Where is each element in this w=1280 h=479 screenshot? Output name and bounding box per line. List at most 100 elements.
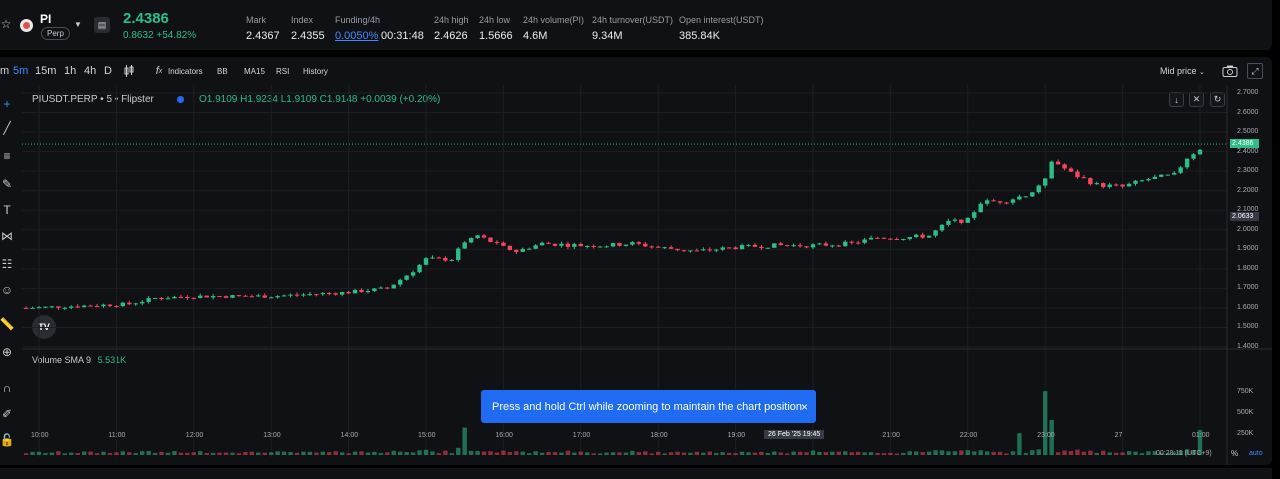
timeframe-1h[interactable]: 1h bbox=[64, 65, 76, 77]
price-tick: 2.0000 bbox=[1237, 225, 1259, 233]
fullscreen-icon[interactable]: ⤢ bbox=[1247, 63, 1263, 79]
timeframe-5m[interactable]: 5m bbox=[13, 65, 28, 77]
volume-bar bbox=[1146, 451, 1151, 455]
candle-body bbox=[1088, 178, 1093, 185]
candle-body bbox=[1126, 183, 1132, 187]
timeframe-1m[interactable]: m bbox=[0, 65, 9, 77]
candle-body bbox=[643, 243, 648, 247]
percent-toggle[interactable]: % bbox=[1231, 449, 1238, 458]
high-value: 2.4626 bbox=[434, 30, 468, 42]
candle-body bbox=[726, 247, 732, 249]
volume-bar bbox=[314, 452, 319, 455]
candle-body bbox=[146, 298, 151, 302]
price-tick: 2.2000 bbox=[1237, 186, 1259, 194]
emoji-icon[interactable]: ☺ bbox=[0, 283, 14, 297]
favorite-star-icon[interactable]: ☆ bbox=[0, 15, 12, 33]
candle-body bbox=[978, 203, 983, 213]
volume-bar bbox=[352, 451, 358, 455]
fx-indicators-icon[interactable]: fx bbox=[152, 63, 166, 79]
price-mode-select[interactable]: Mid price ⌄ bbox=[1160, 66, 1205, 76]
volume-bar bbox=[423, 449, 429, 455]
volume-bar bbox=[256, 452, 261, 455]
brush-icon[interactable]: ✎ bbox=[0, 177, 14, 191]
camera-icon[interactable] bbox=[1221, 63, 1239, 79]
candle-body bbox=[481, 235, 487, 238]
crosshair-icon[interactable]: + bbox=[0, 97, 14, 111]
candle-body bbox=[849, 241, 854, 243]
volume-bar bbox=[488, 451, 493, 455]
candle-body bbox=[855, 242, 861, 244]
volume-bar bbox=[520, 451, 525, 455]
candle-body bbox=[81, 305, 87, 308]
forecast-icon[interactable]: ☷ bbox=[0, 257, 14, 271]
volume-bar bbox=[933, 450, 938, 455]
indicators-button[interactable]: Indicators bbox=[168, 67, 203, 76]
volume-bar bbox=[565, 450, 571, 455]
text-icon[interactable]: T bbox=[0, 203, 14, 217]
volume-bar bbox=[714, 453, 719, 455]
candle-body bbox=[172, 296, 177, 299]
ticker-header: ☆ PI Perp ▼ ▤ 2.4386 0.8632 +54.82% Mark… bbox=[0, 0, 1272, 50]
candle-type-icon[interactable] bbox=[122, 63, 136, 79]
volume-bar bbox=[610, 452, 616, 455]
volume-bar bbox=[746, 452, 751, 455]
volume-bar bbox=[378, 453, 384, 455]
candle-body bbox=[1146, 179, 1151, 181]
candle-body bbox=[243, 295, 248, 297]
volume-label: 24h volume(PI) bbox=[523, 15, 585, 25]
volume-bar bbox=[868, 452, 874, 455]
volume-bar bbox=[56, 451, 61, 455]
funding-rate-link[interactable]: 0.0050% bbox=[335, 30, 378, 42]
volume-bar bbox=[1107, 452, 1112, 455]
volume-bar bbox=[1055, 452, 1061, 455]
volume-bar bbox=[881, 453, 887, 455]
history-button[interactable]: History bbox=[303, 67, 328, 76]
chevron-down-icon[interactable]: ▼ bbox=[73, 18, 83, 30]
turnover-label: 24h turnover(USDT) bbox=[592, 15, 674, 25]
symbol-name[interactable]: PI bbox=[40, 12, 51, 26]
clock-readout: 00:28:11 (UTC+9) bbox=[1156, 450, 1212, 457]
candle-body bbox=[1094, 183, 1099, 185]
study-ma15[interactable]: MA15 bbox=[244, 67, 265, 76]
trend-line-icon[interactable]: ╱ bbox=[0, 121, 14, 135]
zoom-in-icon[interactable]: ⊕ bbox=[0, 345, 14, 359]
candle-body bbox=[1023, 196, 1029, 198]
time-tick: 17:00 bbox=[572, 432, 591, 439]
timeframe-d[interactable]: D bbox=[104, 65, 112, 77]
auto-scale-toggle[interactable]: auto bbox=[1249, 450, 1263, 457]
close-icon[interactable]: × bbox=[801, 400, 808, 414]
candle-body bbox=[359, 289, 364, 293]
magnet-icon[interactable]: ∩ bbox=[0, 381, 14, 395]
volume-bar bbox=[720, 452, 725, 455]
ruler-icon[interactable]: 📏 bbox=[0, 317, 14, 331]
time-tick: 21:00 bbox=[882, 432, 900, 439]
volume-bar bbox=[275, 451, 280, 455]
candle-body bbox=[1191, 154, 1196, 159]
candle-body bbox=[946, 220, 951, 225]
candle-body bbox=[404, 275, 409, 280]
study-bb[interactable]: BB bbox=[217, 67, 228, 76]
candle-body bbox=[185, 297, 190, 299]
candle-body bbox=[307, 294, 313, 296]
study-rsi[interactable]: RSI bbox=[276, 67, 289, 76]
volume-bar bbox=[178, 452, 184, 455]
timeframe-4h[interactable]: 4h bbox=[84, 65, 96, 77]
candle-body bbox=[410, 272, 416, 276]
time-tick: 12:00 bbox=[185, 432, 204, 439]
timeframe-15m[interactable]: 15m bbox=[35, 65, 56, 77]
price-tick: 1.4000 bbox=[1237, 343, 1259, 350]
lock-icon[interactable]: 🔓 bbox=[0, 433, 14, 447]
volume-bar bbox=[301, 451, 306, 455]
volume-bar bbox=[49, 452, 55, 455]
candle-body bbox=[830, 245, 835, 247]
pattern-icon[interactable]: ⋈ bbox=[0, 229, 14, 243]
candle-body bbox=[1081, 177, 1087, 179]
horizontal-lines-icon[interactable]: ≡ bbox=[0, 149, 14, 163]
document-icon[interactable]: ▤ bbox=[94, 17, 110, 33]
volume-bar bbox=[1043, 391, 1048, 455]
candle-body bbox=[597, 246, 603, 248]
lock-draw-icon[interactable]: ✐ bbox=[0, 407, 14, 421]
candle-body bbox=[30, 307, 35, 309]
volume-bar bbox=[591, 453, 596, 455]
mark-label: Mark bbox=[246, 15, 266, 25]
